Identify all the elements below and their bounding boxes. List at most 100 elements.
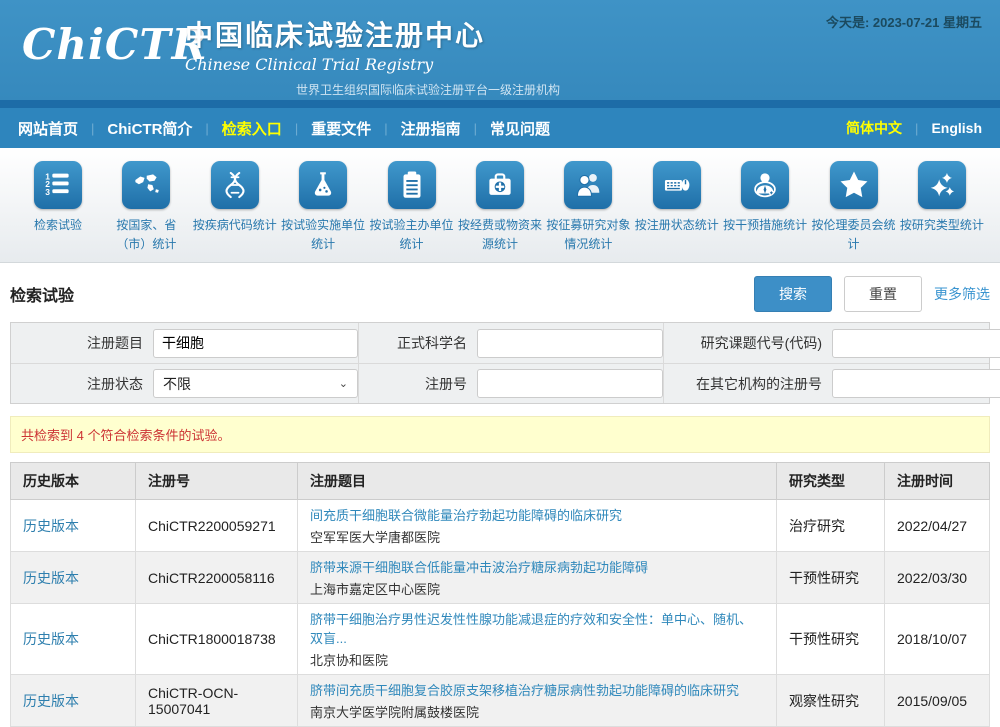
shortcut-stats-by-funding-source[interactable]: 按经费或物资来源统计	[456, 161, 544, 262]
nav-item-faq[interactable]: 常见问题	[490, 118, 550, 139]
table-row: 历史版本 ChiCTR2200058116 脐带来源干细胞联合低能量冲击波治疗糖…	[11, 552, 990, 604]
shortcut-stats-by-implementing-unit[interactable]: 按试验实施单位统计	[279, 161, 367, 262]
trial-title-link[interactable]: 脐带间充质干细胞复合胶原支架移植治疗糖尿病性勃起功能障碍的临床研究	[310, 680, 764, 699]
registration-number: ChiCTR2200059271	[136, 500, 298, 552]
col-header-date: 注册时间	[885, 463, 990, 500]
nav-separator: |	[474, 121, 477, 136]
registration-date: 2018/10/07	[885, 604, 990, 675]
search-result-message: 共检索到 4 个符合检索条件的试验。	[10, 416, 990, 453]
nav-separator: |	[205, 121, 208, 136]
shortcut-stats-by-region[interactable]: 按国家、省（市）统计	[102, 161, 190, 262]
search-form: 注册题目 正式科学名 研究课题代号(代码) 注册状态 不限 ⌄ 注册号	[10, 322, 990, 404]
registration-number-input[interactable]	[477, 369, 663, 398]
registration-number: ChiCTR2200058116	[136, 552, 298, 604]
study-type: 观察性研究	[777, 675, 885, 727]
nav-item-search-entry[interactable]: 检索入口	[222, 118, 282, 139]
nav-separator: |	[295, 121, 298, 136]
reset-button[interactable]: 重置	[844, 276, 922, 312]
registration-number: ChiCTR-OCN-15007041	[136, 675, 298, 727]
registration-date: 2022/03/30	[885, 552, 990, 604]
table-row: 历史版本 ChiCTR2200059271 间充质干细胞联合微能量治疗勃起功能障…	[11, 500, 990, 552]
main-nav: 网站首页 | ChiCTR简介 | 检索入口 | 重要文件 | 注册指南 | 常…	[0, 108, 1000, 148]
results-table: 历史版本 注册号 注册题目 研究类型 注册时间 历史版本 ChiCTR22000…	[10, 462, 990, 727]
shortcut-stats-by-study-type[interactable]: 按研究类型统计	[898, 161, 986, 262]
search-button[interactable]: 搜索	[754, 276, 832, 312]
sparkles-icon	[918, 161, 966, 209]
trial-organization: 南京大学医学院附属鼓楼医院	[310, 702, 764, 721]
chictr-logo[interactable]: ChiCTR	[22, 20, 208, 69]
history-version-link[interactable]: 历史版本	[23, 518, 79, 534]
nav-item-home[interactable]: 网站首页	[18, 118, 78, 139]
registration-date: 2022/04/27	[885, 500, 990, 552]
site-header: ChiCTR 中国临床试验注册中心 Chinese Clinical Trial…	[0, 0, 1000, 100]
shortcut-stats-by-ethics-committee[interactable]: 按伦理委员会统计	[810, 161, 898, 262]
trial-title-link[interactable]: 间充质干细胞联合微能量治疗勃起功能障碍的临床研究	[310, 505, 764, 524]
col-header-title: 注册题目	[298, 463, 777, 500]
shortcut-label: 按试验主办单位统计	[368, 216, 456, 253]
site-title-en: Chinese Clinical Trial Registry	[185, 55, 485, 74]
registration-number-label: 注册号	[359, 374, 477, 394]
study-type: 治疗研究	[777, 500, 885, 552]
dna-icon	[211, 161, 259, 209]
site-subtitle: 世界卫生组织国际临床试验注册平台一级注册机构	[296, 81, 560, 98]
shortcut-label: 检索试验	[34, 216, 82, 235]
trial-title-link[interactable]: 脐带来源干细胞联合低能量冲击波治疗糖尿病勃起功能障碍	[310, 557, 764, 576]
study-code-input[interactable]	[832, 329, 1000, 358]
shortcut-label: 按征募研究对象情况统计	[544, 216, 632, 253]
shortcut-stats-by-recruitment-status[interactable]: 按征募研究对象情况统计	[544, 161, 632, 262]
table-row: 历史版本 ChiCTR-OCN-15007041 脐带间充质干细胞复合胶原支架移…	[11, 675, 990, 727]
nav-item-documents[interactable]: 重要文件	[311, 118, 371, 139]
col-header-history: 历史版本	[11, 463, 136, 500]
other-registry-number-label: 在其它机构的注册号	[664, 374, 832, 394]
shortcut-label: 按经费或物资来源统计	[456, 216, 544, 253]
registration-status-value: 不限	[163, 374, 191, 394]
nav-separator: |	[384, 121, 387, 136]
shortcut-stats-by-sponsor-unit[interactable]: 按试验主办单位统计	[368, 161, 456, 262]
history-version-link[interactable]: 历史版本	[23, 631, 79, 647]
trial-organization: 上海市嘉定区中心医院	[310, 579, 764, 598]
lang-english[interactable]: English	[931, 120, 982, 136]
history-version-link[interactable]: 历史版本	[23, 693, 79, 709]
trial-title-link[interactable]: 脐带干细胞治疗男性迟发性性腺功能减退症的疗效和安全性：单中心、随机、双盲...	[310, 609, 764, 647]
shortcut-label: 按国家、省（市）统计	[102, 216, 190, 253]
star-icon	[830, 161, 878, 209]
shortcut-label: 按伦理委员会统计	[810, 216, 898, 253]
site-title-cn: 中国临床试验注册中心	[185, 14, 485, 54]
chevron-down-icon: ⌄	[339, 377, 348, 390]
registration-number: ChiCTR1800018738	[136, 604, 298, 675]
nav-item-guide[interactable]: 注册指南	[401, 118, 461, 139]
scientific-name-label: 正式科学名	[359, 333, 477, 353]
svg-text:3: 3	[45, 187, 50, 197]
flask-icon	[299, 161, 347, 209]
shortcut-stats-by-disease-code[interactable]: 按疾病代码统计	[191, 161, 279, 262]
people-icon	[564, 161, 612, 209]
current-date: 今天是: 2023-07-21 星期五	[826, 12, 982, 31]
lang-simplified-chinese[interactable]: 简体中文	[846, 118, 902, 138]
clipboard-icon	[388, 161, 436, 209]
history-version-link[interactable]: 历史版本	[23, 570, 79, 586]
registration-status-select[interactable]: 不限 ⌄	[153, 369, 358, 398]
registration-title-label: 注册题目	[11, 333, 153, 353]
shortcut-label: 按注册状态统计	[635, 216, 719, 235]
other-registry-number-input[interactable]	[832, 369, 1000, 398]
more-filters-link[interactable]: 更多筛选	[934, 284, 990, 304]
shortcut-search-trials[interactable]: 1 2 3 检索试验	[14, 161, 102, 262]
numbered-list-icon: 1 2 3	[34, 161, 82, 209]
shortcut-stats-by-intervention[interactable]: 按干预措施统计	[721, 161, 809, 262]
trial-organization: 北京协和医院	[310, 650, 764, 669]
trial-organization: 空军军医大学唐都医院	[310, 527, 764, 546]
nav-separator: |	[915, 121, 918, 136]
main-content: 检索试验 搜索 重置 更多筛选 注册题目 正式科学名 研究课题代号(代码) 注册…	[0, 276, 1000, 727]
scientific-name-input[interactable]	[477, 329, 663, 358]
shortcut-label: 按研究类型统计	[900, 216, 984, 235]
keyboard-mouse-icon	[653, 161, 701, 209]
study-type: 干预性研究	[777, 604, 885, 675]
shortcut-label: 按试验实施单位统计	[279, 216, 367, 253]
world-map-icon	[122, 161, 170, 209]
nav-item-about[interactable]: ChiCTR简介	[107, 118, 192, 139]
shortcut-stats-by-registration-status[interactable]: 按注册状态统计	[633, 161, 721, 262]
header-divider-strip	[0, 100, 1000, 108]
registration-title-input[interactable]	[153, 329, 358, 358]
col-header-type: 研究类型	[777, 463, 885, 500]
doctor-icon	[741, 161, 789, 209]
